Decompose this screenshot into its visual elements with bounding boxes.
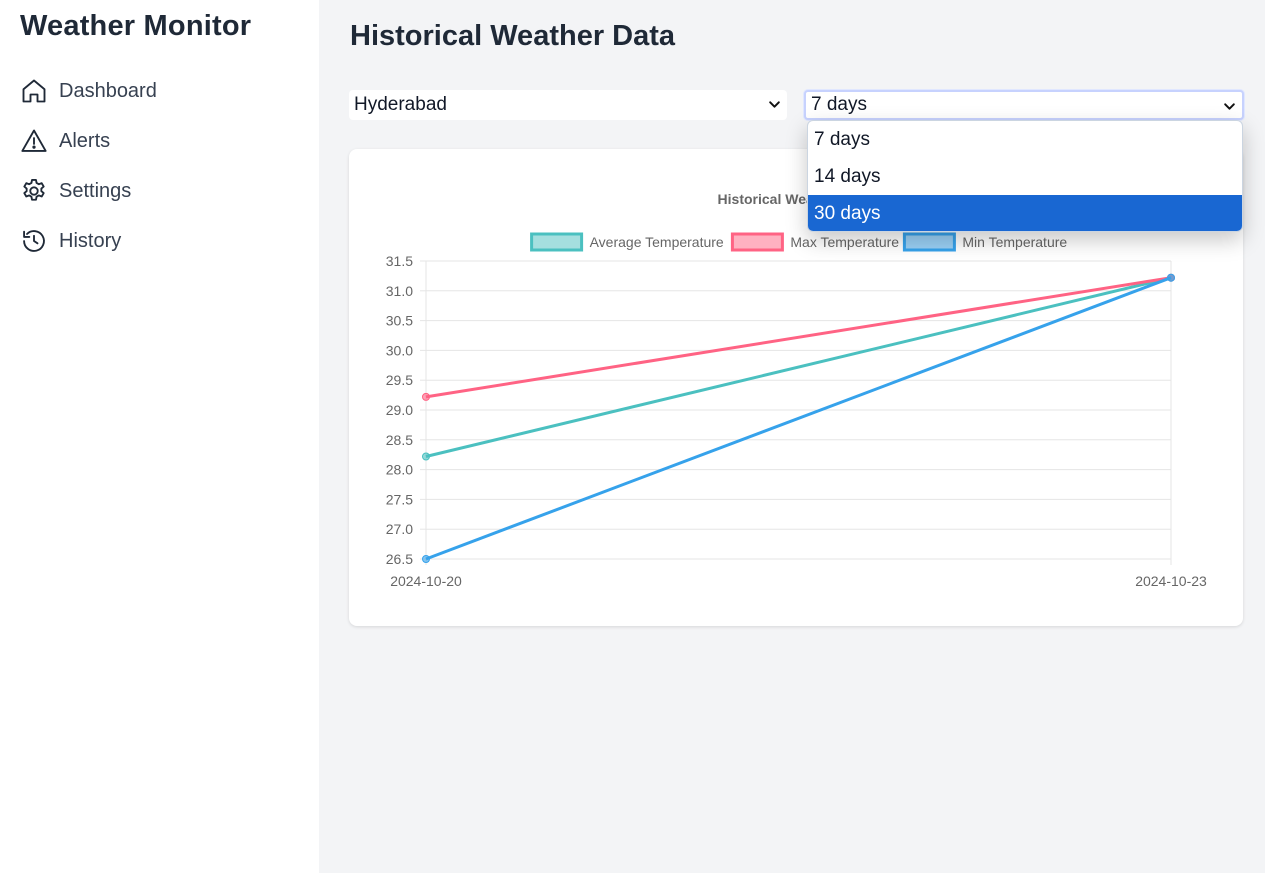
- city-select[interactable]: Hyderabad: [349, 90, 787, 120]
- sidebar-item-label: Settings: [59, 179, 132, 202]
- data-point: [422, 555, 430, 563]
- y-tick-label: 31.0: [386, 283, 413, 299]
- legend-label: Min Temperature: [962, 234, 1067, 250]
- range-option-30-days[interactable]: 30 days: [808, 195, 1242, 231]
- data-point: [422, 452, 430, 461]
- range-option-14-days[interactable]: 14 days: [808, 158, 1242, 195]
- series-line: [425, 276, 1172, 399]
- series-line: [425, 276, 1172, 458]
- main-content: Historical Weather Data Hyderabad 7 days…: [319, 0, 1265, 873]
- sidebar-item-alerts[interactable]: Alerts: [20, 124, 157, 158]
- gear-icon: [20, 177, 48, 205]
- y-tick-label: 28.5: [386, 432, 413, 448]
- y-tick-label: 30.0: [386, 342, 413, 358]
- sidebar-item-label: Alerts: [59, 129, 111, 152]
- range-dropdown: 7 days 14 days 30 days: [807, 120, 1243, 232]
- chevron-down-icon: [769, 101, 780, 108]
- x-tick-label: 2024-10-20: [390, 573, 462, 589]
- y-tick-label: 29.0: [386, 402, 413, 418]
- series-line: [425, 276, 1172, 561]
- sidebar: Weather Monitor Dashboard Alerts Setting…: [0, 0, 319, 873]
- alert-triangle-icon: [20, 127, 48, 155]
- y-tick-label: 27.0: [386, 521, 413, 537]
- y-tick-label: 28.0: [386, 462, 413, 478]
- legend-swatch: [730, 232, 784, 252]
- sidebar-item-settings[interactable]: Settings: [20, 174, 157, 208]
- legend-swatch: [902, 232, 956, 252]
- data-point: [422, 392, 430, 401]
- sidebar-nav: Dashboard Alerts Settings History: [20, 74, 157, 274]
- history-icon: [20, 227, 48, 255]
- chevron-down-icon: [1224, 103, 1235, 110]
- y-tick-label: 30.5: [386, 313, 413, 329]
- range-select-value: 7 days: [811, 94, 867, 115]
- sidebar-item-dashboard[interactable]: Dashboard: [20, 74, 157, 108]
- legend-label: Max Temperature: [790, 234, 899, 250]
- page-title: Historical Weather Data: [350, 20, 676, 52]
- legend-label: Average Temperature: [590, 234, 724, 250]
- sidebar-item-label: Dashboard: [59, 79, 157, 102]
- range-select[interactable]: 7 days: [804, 90, 1244, 120]
- y-tick-label: 29.5: [386, 372, 413, 388]
- app-title: Weather Monitor: [20, 10, 252, 42]
- legend-swatch: [530, 232, 584, 252]
- x-tick-label: 2024-10-23: [1135, 573, 1207, 589]
- city-select-value: Hyderabad: [354, 94, 447, 115]
- y-tick-label: 26.5: [386, 551, 413, 567]
- home-icon: [20, 77, 48, 105]
- y-tick-label: 27.5: [386, 491, 413, 507]
- y-tick-label: 31.5: [386, 253, 413, 269]
- data-point: [1167, 273, 1175, 282]
- sidebar-item-history[interactable]: History: [20, 224, 157, 258]
- range-option-7-days[interactable]: 7 days: [808, 121, 1242, 158]
- sidebar-item-label: History: [59, 229, 122, 252]
